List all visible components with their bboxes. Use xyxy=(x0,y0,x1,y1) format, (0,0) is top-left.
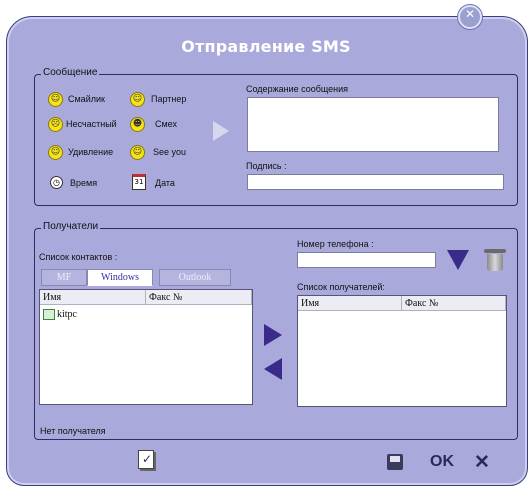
message-group-legend: Сообщение xyxy=(41,67,100,78)
insert-arrow-icon[interactable] xyxy=(213,121,229,141)
contacts-tabs: MF Windows Outlook xyxy=(41,269,234,286)
laugh-smiley-icon[interactable]: ☻ xyxy=(130,117,145,132)
contact-icon xyxy=(43,309,55,321)
message-group: Сообщение ☺ Смайлик ☺ Партнер ☹ Несчастн… xyxy=(34,67,518,206)
smiley-label[interactable]: Смайлик xyxy=(68,94,105,104)
trash-icon[interactable] xyxy=(484,249,506,271)
sad-smiley-icon[interactable]: ☹ xyxy=(48,117,63,132)
cancel-button[interactable]: ✕ xyxy=(474,451,490,474)
recipients-list-label: Список получателей: xyxy=(297,282,385,292)
surprise-smiley-icon[interactable]: ☺ xyxy=(48,145,63,160)
contacts-col-fax[interactable]: Факс № xyxy=(146,290,252,305)
signature-input[interactable] xyxy=(247,174,504,190)
tab-mf[interactable]: MF xyxy=(41,269,87,286)
phone-label: Номер телефона : xyxy=(297,239,374,249)
partner-label[interactable]: Партнер xyxy=(151,94,186,104)
recipients-col-fax[interactable]: Факс № xyxy=(402,296,506,311)
recipients-group-legend: Получатели xyxy=(41,221,101,232)
partner-smiley-icon[interactable]: ☺ xyxy=(130,92,145,107)
see-you-smiley-icon[interactable]: ☺ xyxy=(130,145,145,160)
tab-outlook[interactable]: Outlook xyxy=(159,269,231,286)
title-bar[interactable]: Отправление SMS xyxy=(6,16,526,58)
list-item[interactable]: kitpc xyxy=(43,309,77,321)
signature-label: Подпись : xyxy=(246,161,287,171)
status-text: Нет получателя xyxy=(40,426,106,436)
recipients-group: Получатели Список контактов : MF Windows… xyxy=(34,221,518,440)
tab-windows[interactable]: Windows xyxy=(87,269,153,286)
window-title: Отправление SMS xyxy=(181,37,351,56)
sad-label[interactable]: Несчастный xyxy=(66,119,117,129)
smiley-icon[interactable]: ☺ xyxy=(48,92,63,107)
laugh-label[interactable]: Смех xyxy=(155,119,177,129)
trash-lid xyxy=(484,249,506,253)
message-content-input[interactable] xyxy=(247,97,499,152)
clock-icon[interactable]: ◷ xyxy=(50,176,63,189)
content-label: Содержание сообщения xyxy=(246,84,349,94)
add-phone-down-arrow-icon[interactable] xyxy=(447,250,469,270)
surprise-label[interactable]: Удивление xyxy=(68,147,113,157)
trash-body xyxy=(487,254,503,271)
phone-number-input[interactable] xyxy=(297,252,436,268)
remove-recipient-button[interactable] xyxy=(264,358,282,380)
save-icon-label-area xyxy=(390,456,400,462)
save-icon[interactable] xyxy=(387,454,403,470)
ok-button[interactable]: OK xyxy=(430,453,454,471)
checkmark-icon: ✓ xyxy=(142,452,153,466)
recipients-col-name[interactable]: Имя xyxy=(298,296,402,311)
contacts-col-name[interactable]: Имя xyxy=(40,290,146,305)
contacts-list[interactable]: Имя Факс № kitpc xyxy=(39,289,253,405)
recipients-list[interactable]: Имя Факс № xyxy=(297,295,507,407)
add-recipient-button[interactable] xyxy=(264,324,282,346)
close-button[interactable]: ✕ xyxy=(458,5,482,29)
see-you-label[interactable]: See you xyxy=(153,147,186,157)
time-label[interactable]: Время xyxy=(70,178,97,188)
contacts-list-label: Список контактов : xyxy=(39,252,118,262)
send-document-icon[interactable]: ✓ xyxy=(138,450,154,469)
calendar-icon[interactable]: 31 xyxy=(132,174,146,190)
date-label[interactable]: Дата xyxy=(155,178,175,188)
contact-name: kitpc xyxy=(57,309,77,320)
